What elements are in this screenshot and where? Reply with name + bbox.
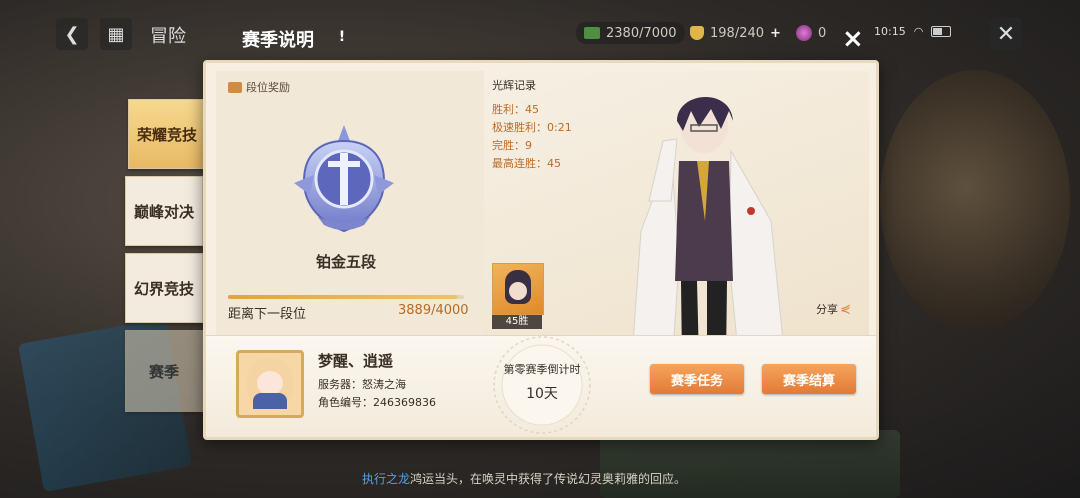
grid-menu-icon: ▦ bbox=[107, 23, 125, 45]
battery-icon bbox=[931, 26, 952, 37]
top-bar: ❮ ▦ 冒险 赛季说明 ! 2380/7000 198/240 + 0 10:1… bbox=[0, 0, 1080, 64]
player-avatar[interactable] bbox=[236, 350, 304, 418]
stat-wins: 胜利：45 bbox=[492, 103, 539, 116]
rank-reward-link[interactable]: 段位奖励 bbox=[228, 79, 290, 95]
trophy-icon bbox=[690, 26, 704, 40]
season-task-button[interactable]: 赛季任务 bbox=[650, 364, 744, 394]
mini-avatar-face bbox=[509, 282, 527, 300]
device-status: 10:15 ◠ bbox=[874, 25, 952, 38]
clock: 10:15 bbox=[874, 25, 906, 38]
next-rank-value: 3889/4000 bbox=[398, 303, 469, 318]
adventure-label: 冒险 bbox=[150, 26, 186, 47]
avatar-face bbox=[257, 371, 283, 395]
player-server: 服务器：怒涛之海 bbox=[318, 378, 406, 391]
share-button[interactable]: 分享 ⋞ bbox=[816, 301, 851, 317]
glory-record-title: 光辉记录 bbox=[492, 79, 536, 92]
rank-progress-fill bbox=[228, 295, 458, 299]
stat-fast-win: 极速胜利：0:21 bbox=[492, 121, 572, 134]
wins-badge: 45胜 bbox=[492, 315, 542, 329]
menu-grid-button[interactable]: ▦ bbox=[100, 18, 132, 50]
background-card bbox=[600, 430, 900, 498]
announcement-marquee: 执行之龙鸿运当头，在唤灵中获得了传说幻灵奥莉雅的回应。 bbox=[362, 470, 686, 487]
background-globe bbox=[880, 70, 1070, 330]
currency-crystal: 0 bbox=[796, 22, 826, 44]
crystal-icon bbox=[796, 25, 812, 41]
close-page-button[interactable]: ✕ bbox=[990, 18, 1022, 50]
currency-gold-value: 2380/7000 bbox=[606, 25, 677, 41]
tab-glory-arena[interactable]: 荣耀竞技 bbox=[128, 99, 206, 169]
season-countdown: 第零赛季倒计时 10天 bbox=[477, 330, 607, 437]
season-panel: 段位奖励 铂金五段 距离下一段位 3889/4000 光辉记录 胜利：45 极速… bbox=[203, 60, 879, 440]
rank-progress-bar bbox=[228, 295, 464, 299]
currency-stamina-value: 198/240 bbox=[710, 25, 765, 41]
back-arrow-icon: ❮ bbox=[64, 23, 80, 45]
close-panel-button[interactable]: × bbox=[842, 24, 864, 54]
player-name: 梦醒、逍遥 bbox=[318, 352, 394, 370]
currency-gold: 2380/7000 bbox=[576, 22, 685, 44]
currency-crystal-value: 0 bbox=[818, 25, 827, 41]
countdown-value: 10天 bbox=[526, 386, 558, 402]
platinum-rank-badge-icon bbox=[294, 125, 394, 233]
back-button[interactable]: ❮ bbox=[56, 18, 88, 50]
rank-reward-label: 段位奖励 bbox=[246, 81, 290, 94]
announcement-highlight: 执行之龙 bbox=[362, 472, 411, 486]
season-settle-button[interactable]: 赛季结算 bbox=[762, 364, 856, 394]
tab-fantasy-arena[interactable]: 幻界竞技 bbox=[125, 253, 203, 323]
tab-peak-duel[interactable]: 巅峰对决 bbox=[125, 176, 203, 246]
currency-stamina: 198/240 + bbox=[690, 22, 781, 44]
wifi-icon: ◠ bbox=[913, 25, 924, 38]
money-icon bbox=[584, 27, 600, 39]
stat-perfect-win: 完胜：9 bbox=[492, 139, 532, 152]
glory-stats: 胜利：45 极速胜利：0:21 完胜：9 最高连胜：45 bbox=[492, 101, 572, 173]
next-rank-label: 距离下一段位 bbox=[228, 307, 307, 322]
stat-max-streak: 最高连胜：45 bbox=[492, 157, 561, 170]
tab-season[interactable]: 赛季 bbox=[125, 330, 203, 412]
rank-name: 铂金五段 bbox=[315, 253, 376, 271]
share-icon: ⋞ bbox=[840, 301, 851, 317]
announcement-text: 鸿运当头，在唤灵中获得了传说幻灵奥莉雅的回应。 bbox=[410, 472, 687, 486]
page-title: 赛季说明 bbox=[242, 30, 314, 51]
avatar-dress bbox=[253, 393, 287, 409]
info-icon[interactable]: ! bbox=[332, 27, 352, 47]
share-label: 分享 bbox=[816, 303, 838, 316]
chest-icon bbox=[228, 81, 242, 93]
character-mini-avatar[interactable] bbox=[492, 263, 544, 315]
add-stamina-button[interactable]: + bbox=[770, 26, 781, 41]
player-info-bar: 梦醒、逍遥 服务器：怒涛之海 角色编号：246369836 第零赛季倒计时 10… bbox=[206, 335, 876, 437]
player-role-id: 角色编号：246369836 bbox=[318, 396, 436, 409]
countdown-label: 第零赛季倒计时 bbox=[503, 363, 581, 376]
